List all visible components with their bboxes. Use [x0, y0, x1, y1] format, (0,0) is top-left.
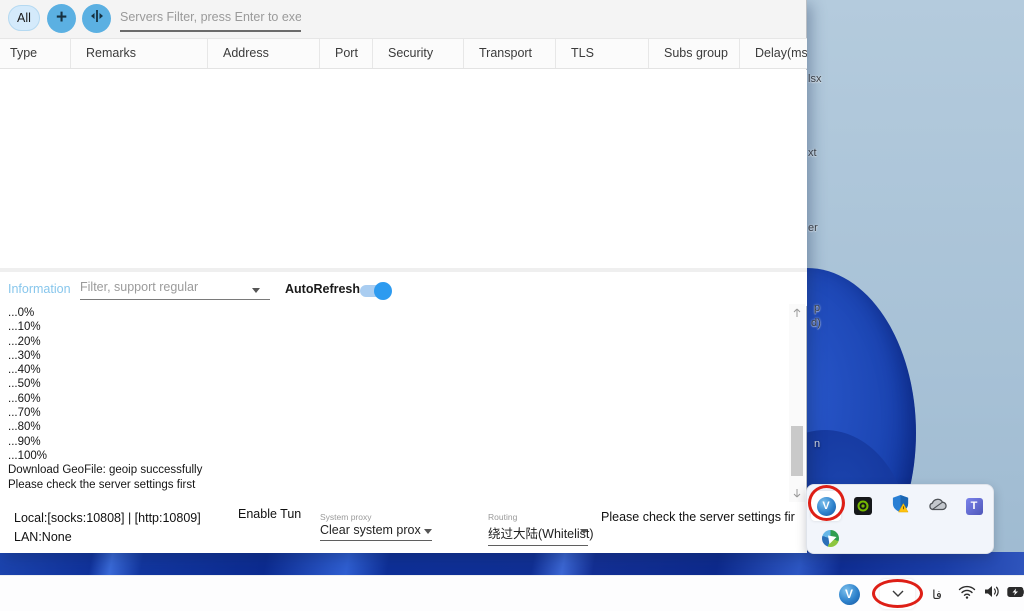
column-header-tls[interactable]: TLS — [556, 39, 649, 68]
log-filter-dropdown[interactable]: Filter, support regular — [80, 276, 270, 300]
desktop-icon-label-fragment[interactable]: lsx — [808, 73, 821, 85]
server-table-header: Type Remarks Address Port Security Trans… — [0, 38, 807, 69]
column-header-remarks[interactable]: Remarks — [71, 39, 208, 68]
server-table-body-empty[interactable] — [0, 70, 807, 268]
battery-icon — [1007, 585, 1024, 603]
taskbar: V فا — [0, 575, 1024, 611]
volume-icon — [984, 584, 1001, 604]
log-filter-placeholder: Filter, support regular — [80, 276, 270, 300]
enable-tun-label: Enable Tun — [238, 507, 301, 521]
log-line: ...100% — [8, 449, 778, 463]
cloud-icon — [927, 497, 947, 516]
system-proxy-label: System proxy — [320, 512, 432, 522]
desktop-icon-label-fragment[interactable]: p — [814, 302, 820, 314]
status-message: Please check the server settings fir — [601, 510, 801, 524]
log-toolbar: Information Filter, support regular Auto… — [0, 272, 807, 306]
log-line: ...70% — [8, 406, 778, 420]
status-bar: Local:[socks:10808] | [http:10809] LAN:N… — [0, 503, 807, 553]
v2rayn-window: All + Type Remarks Address Port — [0, 0, 807, 553]
toggle-knob — [374, 282, 392, 300]
wifi-icon — [958, 585, 976, 604]
add-server-button[interactable]: + — [47, 4, 76, 33]
scrollbar-thumb[interactable] — [791, 426, 803, 476]
chevron-down-icon — [252, 288, 260, 293]
system-proxy-dropdown[interactable]: System proxy Clear system prox — [320, 512, 432, 541]
subscription-group-all-button[interactable]: All — [8, 5, 40, 31]
tray-nvidia-button[interactable] — [848, 491, 878, 521]
routing-value-text: 绕过大陆(Whitelist) — [488, 527, 594, 541]
scroll-down-icon[interactable] — [790, 486, 804, 500]
horizontal-adjust-icon — [89, 8, 105, 29]
annotation-red-circle-taskbar-chevron — [872, 579, 923, 608]
log-line: ...20% — [8, 335, 778, 349]
autorefresh-toggle[interactable] — [360, 285, 390, 297]
column-adjust-button[interactable] — [82, 4, 111, 33]
log-output[interactable]: ...0% ...10% ...20% ...30% ...40% ...50%… — [8, 306, 778, 492]
log-line: ...0% — [8, 306, 778, 320]
column-header-type[interactable]: Type — [0, 39, 71, 68]
local-ports-text: Local:[socks:10808] | [http:10809] — [14, 509, 201, 528]
wallpaper-bloom-strip — [0, 552, 1024, 575]
taskbar-v2rayn-button[interactable]: V — [832, 579, 866, 609]
column-header-security[interactable]: Security — [373, 39, 464, 68]
tray-security-button[interactable] — [885, 491, 915, 521]
v2rayn-icon: V — [839, 584, 860, 605]
windows-security-icon — [891, 494, 910, 518]
tab-information[interactable]: Information — [8, 282, 71, 296]
log-scrollbar[interactable] — [789, 304, 805, 502]
desktop-icon-label-fragment[interactable]: er — [808, 222, 818, 234]
autorefresh-label: AutoRefresh — [285, 282, 360, 296]
local-listen-info: Local:[socks:10808] | [http:10809] LAN:N… — [14, 509, 201, 547]
servers-filter-input[interactable] — [120, 6, 301, 32]
desktop-icon-label-fragment[interactable]: xt — [808, 147, 817, 159]
column-header-transport[interactable]: Transport — [464, 39, 556, 68]
routing-dropdown[interactable]: Routing 绕过大陆(Whitelist) — [488, 512, 588, 546]
log-line: ...50% — [8, 377, 778, 391]
routing-label: Routing — [488, 512, 588, 522]
teams-icon: T — [966, 498, 983, 515]
system-proxy-value[interactable]: Clear system prox — [320, 522, 432, 541]
column-header-subs-group[interactable]: Subs group — [649, 39, 740, 68]
chevron-down-icon — [424, 529, 432, 534]
tray-teams-button[interactable]: T — [959, 491, 989, 521]
log-line: ...30% — [8, 349, 778, 363]
annotation-red-circle-tray-v2rayn — [808, 485, 845, 521]
column-header-delay[interactable]: Delay(ms) — [740, 39, 807, 68]
nvidia-icon — [854, 497, 872, 515]
scroll-up-icon[interactable] — [790, 306, 804, 320]
column-header-address[interactable]: Address — [208, 39, 320, 68]
log-line: Download GeoFile: geoip successfully — [8, 463, 778, 477]
taskbar-battery-button[interactable] — [999, 579, 1024, 609]
server-toolbar: All + — [0, 0, 806, 38]
column-header-port[interactable]: Port — [320, 39, 373, 68]
desktop: lsx xt er p d) n All + — [0, 0, 1024, 611]
chevron-down-icon — [580, 529, 588, 534]
log-line: ...90% — [8, 435, 778, 449]
system-proxy-value-text: Clear system prox — [320, 523, 421, 537]
log-line: ...60% — [8, 392, 778, 406]
desktop-icon-label-fragment[interactable]: n — [814, 438, 820, 450]
log-line: Please check the server settings first — [8, 478, 778, 492]
servers-filter-field — [120, 6, 301, 32]
log-line: ...40% — [8, 363, 778, 377]
tray-cloud-button[interactable] — [922, 491, 952, 521]
routing-value[interactable]: 绕过大陆(Whitelist) — [488, 522, 588, 546]
desktop-icon-label-fragment[interactable]: d) — [811, 317, 821, 329]
log-line: ...80% — [8, 420, 778, 434]
log-line: ...10% — [8, 320, 778, 334]
lan-text: LAN:None — [14, 528, 201, 547]
taskbar-language-indicator[interactable]: فا — [920, 579, 954, 609]
tray-idm-button[interactable] — [815, 523, 845, 553]
idm-icon — [822, 530, 839, 547]
